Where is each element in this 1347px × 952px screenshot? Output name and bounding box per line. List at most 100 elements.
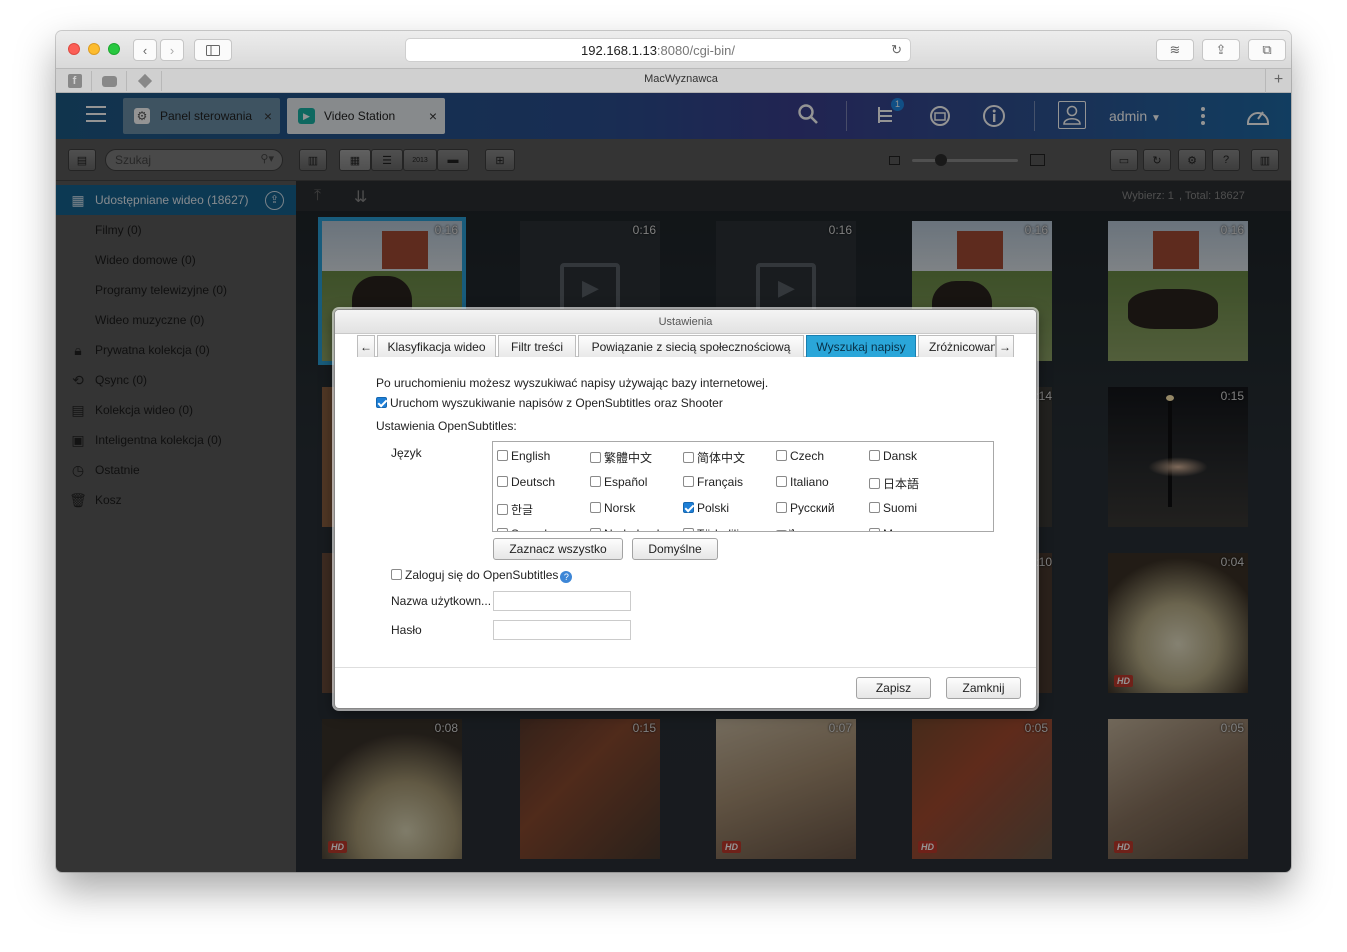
layers-button[interactable]: ≋ xyxy=(1156,39,1194,61)
chevron-right-icon: › xyxy=(169,42,175,58)
language-list[interactable]: English 繁體中文 简体中文 Czech Dansk Deutsch Español F… xyxy=(492,441,994,532)
reload-icon[interactable]: ↻ xyxy=(891,42,902,58)
sidebar-icon xyxy=(206,44,220,56)
checkbox-unchecked[interactable] xyxy=(869,502,880,513)
forward-button[interactable]: › xyxy=(160,39,184,61)
checkbox-unchecked[interactable] xyxy=(869,450,880,461)
language-option[interactable]: 简体中文 xyxy=(683,449,745,466)
opensubtitles-settings-heading: Ustawienia OpenSubtitles: xyxy=(376,419,517,433)
defaults-button[interactable]: Domyślne xyxy=(632,538,718,560)
language-option[interactable]: ไทย xyxy=(776,527,811,531)
tab-miscellaneous[interactable]: Zróżnicowanie xyxy=(918,335,996,357)
language-name: Deutsch xyxy=(511,475,556,489)
language-option[interactable]: 日本語 xyxy=(869,475,919,492)
browser-window: ‹ › 192.168.1.13:8080/cgi-bin/ ↻ ≋ ⇪ ⧉ f… xyxy=(56,31,1291,872)
address-bar[interactable]: 192.168.1.13:8080/cgi-bin/ ↻ xyxy=(405,38,911,62)
checkbox-checked[interactable] xyxy=(683,502,694,513)
diamond-icon xyxy=(137,73,152,89)
tab-social-network[interactable]: Powiązanie z siecią społecznościową xyxy=(578,335,804,357)
language-option[interactable]: Deutsch xyxy=(497,475,555,489)
language-option[interactable]: Dansk xyxy=(869,449,917,463)
checkbox-unchecked[interactable] xyxy=(497,504,508,515)
active-browser-tab[interactable]: MacWyznawca xyxy=(216,73,1146,85)
language-option[interactable]: Magyar xyxy=(869,527,923,531)
checkbox-unchecked[interactable] xyxy=(497,450,508,461)
minimize-window-button[interactable] xyxy=(88,43,100,55)
password-field[interactable] xyxy=(493,620,631,640)
language-option[interactable]: Czech xyxy=(776,449,824,463)
language-name: Türk dili xyxy=(697,527,739,531)
tab-search-subtitles[interactable]: Wyszukaj napisy xyxy=(806,335,916,357)
checkbox-unchecked[interactable] xyxy=(776,476,787,487)
help-icon[interactable]: ? xyxy=(560,571,573,583)
language-option[interactable]: Français xyxy=(683,475,743,489)
language-name: 繁體中文 xyxy=(604,451,653,465)
enable-subtitle-search-checkbox[interactable]: Uruchom wyszukiwanie napisów z OpenSubti… xyxy=(376,396,723,410)
checkbox-unchecked[interactable] xyxy=(590,502,601,513)
language-option[interactable]: 繁體中文 xyxy=(590,449,652,466)
close-window-button[interactable] xyxy=(68,43,80,55)
tab-scroll-right-button[interactable]: → xyxy=(996,335,1014,357)
language-option[interactable]: Italiano xyxy=(776,475,829,489)
language-option[interactable]: Suomi xyxy=(869,501,917,515)
zoom-window-button[interactable] xyxy=(108,43,120,55)
language-option[interactable]: English xyxy=(497,449,550,463)
pinned-tab-facebook[interactable]: f xyxy=(58,71,92,91)
share-button[interactable]: ⇪ xyxy=(1202,39,1240,61)
checkbox-unchecked[interactable] xyxy=(590,528,601,531)
select-all-button[interactable]: Zaznacz wszystko xyxy=(493,538,623,560)
checkbox-unchecked[interactable] xyxy=(776,502,787,513)
language-name: Nederlands xyxy=(604,527,665,531)
language-name: Français xyxy=(697,475,744,489)
language-option[interactable]: Türk dili xyxy=(683,527,739,531)
checkbox-unchecked[interactable] xyxy=(497,476,508,487)
new-tab-button[interactable]: + xyxy=(1265,69,1291,93)
login-opensubtitles-checkbox[interactable]: Zaloguj się do OpenSubtitles? xyxy=(391,568,573,583)
checkbox-unchecked[interactable] xyxy=(776,530,787,531)
language-name: 简体中文 xyxy=(697,451,746,465)
language-name: 한글 xyxy=(511,503,534,517)
url-path: :8080/cgi-bin/ xyxy=(656,42,735,58)
checkbox-unchecked[interactable] xyxy=(776,450,787,461)
language-name: English xyxy=(511,449,551,463)
language-name: Suomi xyxy=(883,501,918,515)
language-option[interactable]: Русский xyxy=(776,501,835,515)
checkbox-unchecked[interactable] xyxy=(391,569,402,580)
language-option[interactable]: Español xyxy=(590,475,647,489)
dialog-title: Ustawienia xyxy=(335,310,1036,334)
sidebar-toggle-button[interactable] xyxy=(194,39,232,61)
checkbox-unchecked[interactable] xyxy=(869,478,880,489)
username-field[interactable] xyxy=(493,591,631,611)
tab-scroll-left-button[interactable]: ← xyxy=(357,335,375,357)
language-option[interactable]: 한글 xyxy=(497,501,533,518)
youtube-icon xyxy=(102,75,117,87)
language-option[interactable]: Norsk xyxy=(590,501,635,515)
close-button[interactable]: Zamknij xyxy=(946,677,1021,699)
enable-subtitle-search-label: Uruchom wyszukiwanie napisów z OpenSubti… xyxy=(390,396,723,410)
language-name: Czech xyxy=(790,449,825,463)
pinned-tab-other[interactable] xyxy=(128,71,162,91)
checkbox-unchecked[interactable] xyxy=(590,452,601,463)
language-name: Italiano xyxy=(790,475,829,489)
language-option[interactable]: Nederlands xyxy=(590,527,665,531)
pinned-tab-youtube[interactable] xyxy=(93,71,127,91)
intro-text: Po uruchomieniu możesz wyszukiwać napisy… xyxy=(376,376,769,390)
checkbox-unchecked[interactable] xyxy=(683,452,694,463)
tabs-overview-button[interactable]: ⧉ xyxy=(1248,39,1286,61)
checkbox-checked[interactable] xyxy=(376,397,387,408)
save-button[interactable]: Zapisz xyxy=(856,677,931,699)
tab-content-filter[interactable]: Filtr treści xyxy=(498,335,576,357)
language-option[interactable]: Polski xyxy=(683,501,729,515)
checkbox-unchecked[interactable] xyxy=(590,476,601,487)
language-option[interactable]: Svenska xyxy=(497,527,557,531)
tabs-icon: ⧉ xyxy=(1262,42,1272,57)
checkbox-unchecked[interactable] xyxy=(497,528,508,531)
layers-icon: ≋ xyxy=(1169,42,1181,57)
tab-video-classification[interactable]: Klasyfikacja wideo xyxy=(377,335,496,357)
checkbox-unchecked[interactable] xyxy=(683,476,694,487)
plus-icon: + xyxy=(1273,71,1284,88)
checkbox-unchecked[interactable] xyxy=(683,528,694,531)
language-name: 日本語 xyxy=(883,477,920,491)
back-button[interactable]: ‹ xyxy=(133,39,157,61)
checkbox-unchecked[interactable] xyxy=(869,528,880,531)
